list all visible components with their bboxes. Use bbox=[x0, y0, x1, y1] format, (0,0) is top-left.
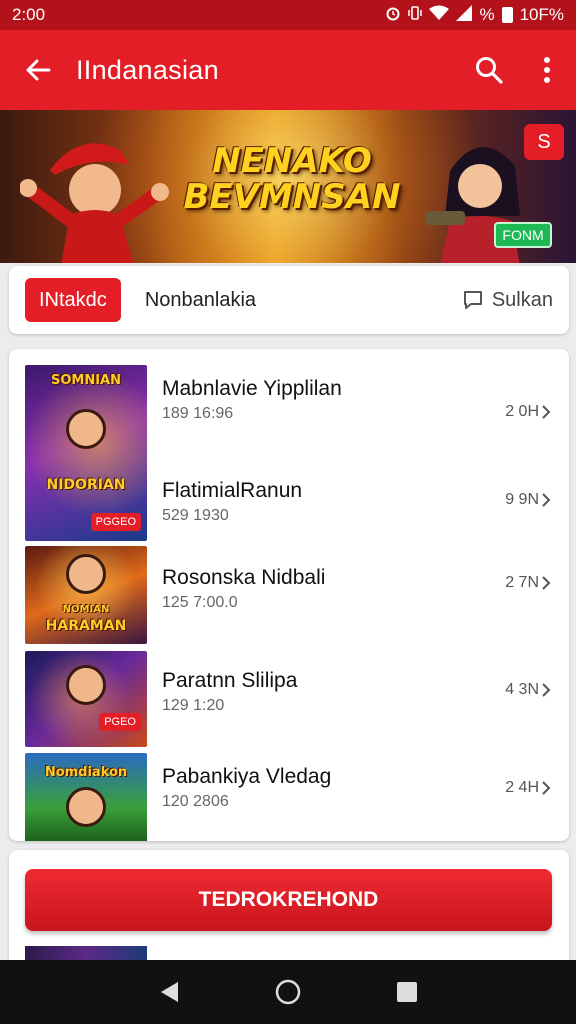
filter-bar: INtakdc Nonbanlakia Sulkan bbox=[9, 266, 569, 334]
more-vert-icon bbox=[544, 57, 550, 83]
system-nav-bar bbox=[0, 960, 576, 1024]
status-bar: 2:00 % 10F% bbox=[0, 0, 576, 30]
list-item-info: FlatimialRanun 529 1930 bbox=[162, 479, 302, 525]
game-size-value: 2 0H bbox=[505, 403, 539, 420]
search-button[interactable] bbox=[460, 30, 518, 110]
percent-symbol: % bbox=[479, 5, 495, 24]
battery-level: 10F% bbox=[519, 5, 564, 24]
list-item-info: Mabnlavie Yipplilan 189 16:96 bbox=[162, 377, 342, 423]
page-title: IIndanasian bbox=[76, 54, 219, 85]
alarm-icon bbox=[385, 5, 401, 26]
game-meta: 189 16:96 bbox=[162, 405, 234, 422]
chevron-right-icon bbox=[542, 576, 551, 590]
comment-icon bbox=[463, 291, 482, 309]
wifi-icon bbox=[429, 5, 450, 26]
chevron-right-icon bbox=[542, 781, 551, 795]
status-time: 2:00 bbox=[12, 5, 46, 24]
game-name: Rosonska Nidbali bbox=[162, 566, 326, 589]
signal-icon bbox=[456, 4, 473, 26]
triangle-back-icon bbox=[161, 982, 179, 1002]
list-item[interactable]: Paratnn Slilipa 129 1:20 4 3N bbox=[9, 651, 569, 747]
list-item[interactable]: Rosonska Nidbali 125 7:00.0 2 7N bbox=[9, 546, 569, 644]
hero-character-left bbox=[20, 143, 169, 263]
game-size-value: 9 9N bbox=[505, 491, 539, 508]
game-name: Mabnlavie Yipplilan bbox=[162, 377, 342, 400]
sort-button[interactable]: Sulkan bbox=[462, 289, 553, 312]
banner-headline-line1: NENAKO bbox=[212, 141, 372, 181]
promo-banner[interactable]: NENAKO BEVMNSAN S FONM bbox=[0, 110, 576, 263]
game-size: 2 7N bbox=[505, 574, 551, 592]
game-size: 9 9N bbox=[505, 491, 551, 509]
banner-headline: NENAKO BEVMNSAN bbox=[182, 141, 402, 217]
sort-label: Sulkan bbox=[491, 288, 553, 311]
game-meta: 120 2806 bbox=[162, 793, 229, 810]
list-item-info: Pabankiya Vledag 120 2806 bbox=[162, 765, 331, 811]
game-size-value: 2 7N bbox=[505, 574, 539, 591]
game-size: 2 0H bbox=[505, 403, 551, 421]
search-icon bbox=[476, 57, 503, 84]
list-item[interactable]: FlatimialRanun 529 1930 9 9N bbox=[9, 457, 569, 543]
back-button[interactable] bbox=[0, 30, 76, 110]
app-bar: IIndanasian bbox=[0, 30, 576, 110]
brand-logo-icon: S bbox=[524, 124, 564, 160]
list-item-info: Rosonska Nidbali 125 7:00.0 bbox=[162, 566, 325, 612]
status-icons: % 10F% bbox=[385, 4, 564, 26]
primary-action-button[interactable]: TEDROKREHOND bbox=[25, 869, 552, 931]
nav-back-button[interactable] bbox=[149, 972, 189, 1012]
chevron-right-icon bbox=[542, 683, 551, 697]
list-item[interactable]: Mabnlavie Yipplilan 189 16:96 2 0H bbox=[9, 365, 569, 455]
square-recents-icon bbox=[396, 982, 417, 1002]
battery-icon bbox=[501, 7, 513, 23]
chevron-right-icon bbox=[542, 493, 551, 507]
chevron-right-icon bbox=[542, 405, 551, 419]
game-size-value: 4 3N bbox=[505, 681, 539, 698]
category-pill[interactable]: INtakdc bbox=[25, 278, 121, 322]
game-list: SOMNIAN NIDORIAN PGGEO Mabnlavie Yipplil… bbox=[9, 349, 569, 841]
nav-recents-button[interactable] bbox=[387, 972, 427, 1012]
arrow-left-icon bbox=[26, 59, 51, 81]
game-name: FlatimialRanun bbox=[162, 479, 303, 502]
list-item-info: Paratnn Slilipa 129 1:20 bbox=[162, 669, 297, 715]
game-name: Paratnn Slilipa bbox=[162, 669, 298, 692]
circle-home-icon bbox=[275, 979, 301, 1005]
game-meta: 129 1:20 bbox=[162, 697, 225, 714]
more-options-button[interactable] bbox=[518, 30, 576, 110]
banner-headline-line2: BEVMNSAN bbox=[183, 176, 401, 217]
vibrate-icon bbox=[408, 5, 423, 26]
banner-badge: FONM bbox=[494, 222, 552, 248]
game-size: 4 3N bbox=[505, 681, 551, 699]
filter-label[interactable]: Nonbanlakia bbox=[145, 289, 462, 312]
game-meta: 529 1930 bbox=[162, 507, 229, 524]
game-size: 2 4H bbox=[505, 779, 551, 797]
bottom-card: TEDROKREHOND bbox=[9, 850, 569, 970]
nav-home-button[interactable] bbox=[268, 972, 308, 1012]
game-meta: 125 7:00.0 bbox=[162, 594, 238, 611]
game-size-value: 2 4H bbox=[505, 779, 539, 796]
game-name: Pabankiya Vledag bbox=[162, 765, 332, 788]
list-item[interactable]: Pabankiya Vledag 120 2806 2 4H bbox=[9, 753, 569, 841]
